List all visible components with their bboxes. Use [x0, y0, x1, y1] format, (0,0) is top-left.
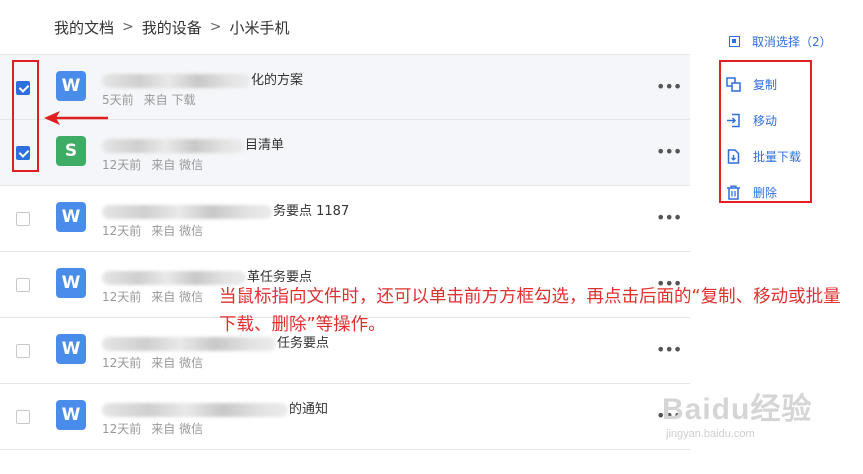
breadcrumb-item-my-docs[interactable]: 我的文档 — [54, 17, 114, 38]
row-checkbox[interactable] — [16, 410, 30, 424]
more-options-icon[interactable]: ••• — [656, 208, 682, 227]
file-manager-page: 我的文档 > 我的设备 > 小米手机 W 化的方案 5天前 来自 下载 ••• S… — [0, 0, 863, 474]
word-file-icon: W — [56, 71, 86, 101]
more-options-icon[interactable]: ••• — [656, 142, 682, 161]
file-name[interactable]: 目清单 — [102, 134, 284, 153]
copy-icon — [726, 76, 741, 92]
row-checkbox[interactable] — [16, 212, 30, 226]
row-checkbox[interactable] — [16, 278, 30, 292]
selection-actions: 复制 移动 批量下载 删除 — [726, 66, 801, 210]
breadcrumb: 我的文档 > 我的设备 > 小米手机 — [54, 16, 290, 38]
trash-icon — [727, 185, 740, 200]
blurred-text — [102, 138, 244, 153]
file-meta: 12天前 来自 微信 — [102, 158, 204, 172]
word-file-icon: W — [56, 202, 86, 232]
copy-button[interactable]: 复制 — [726, 66, 801, 102]
move-icon — [727, 113, 740, 127]
more-options-icon[interactable]: ••• — [656, 340, 682, 359]
blurred-text — [102, 73, 250, 88]
file-name[interactable]: 务要点 1187 — [102, 200, 349, 219]
spreadsheet-file-icon: S — [56, 136, 86, 166]
baidu-watermark: Baidu经验 jingyan.baidu.com — [662, 393, 813, 440]
batch-download-button[interactable]: 批量下载 — [726, 138, 801, 174]
file-name[interactable]: 化的方案 — [102, 69, 303, 88]
delete-button[interactable]: 删除 — [726, 174, 801, 210]
annotation-text: 当鼠标指向文件时，还可以单击前方方框勾选，再点击后面的“复制、移动或批量下载、删… — [219, 287, 841, 335]
file-meta: 5天前 来自 下载 — [102, 93, 196, 107]
file-name[interactable]: 的通知 — [102, 398, 328, 417]
word-file-icon: W — [56, 400, 86, 430]
file-row[interactable]: S 目清单 12天前 来自 微信 ••• — [0, 120, 690, 186]
file-meta: 12天前 来自 微信 — [102, 290, 204, 304]
chevron-right-icon: > — [122, 19, 134, 35]
file-meta: 12天前 来自 微信 — [102, 224, 204, 238]
file-row[interactable]: W 务要点 1187 12天前 来自 微信 ••• — [0, 186, 690, 252]
more-options-icon[interactable]: ••• — [656, 77, 682, 96]
row-checkbox[interactable] — [16, 344, 30, 358]
word-file-icon: W — [56, 268, 86, 298]
breadcrumb-item-current: 小米手机 — [229, 18, 290, 37]
file-row[interactable]: W 的通知 12天前 来自 微信 ••• — [0, 384, 690, 450]
word-file-icon: W — [56, 334, 86, 364]
checkbox-highlight-box — [12, 60, 39, 172]
blurred-text — [102, 402, 288, 417]
file-meta: 12天前 来自 微信 — [102, 422, 204, 436]
select-box-icon — [729, 36, 740, 47]
move-button[interactable]: 移动 — [726, 102, 801, 138]
cancel-selection-button[interactable]: 取消选择（2） — [729, 33, 832, 50]
file-meta: 12天前 来自 微信 — [102, 356, 204, 370]
cancel-selection-label: 取消选择（2） — [752, 35, 832, 49]
chevron-right-icon: > — [209, 19, 222, 35]
breadcrumb-item-my-devices[interactable]: 我的设备 — [142, 17, 202, 38]
blurred-text — [102, 204, 272, 219]
arrow-left-icon — [44, 111, 108, 125]
download-file-icon — [727, 148, 740, 164]
